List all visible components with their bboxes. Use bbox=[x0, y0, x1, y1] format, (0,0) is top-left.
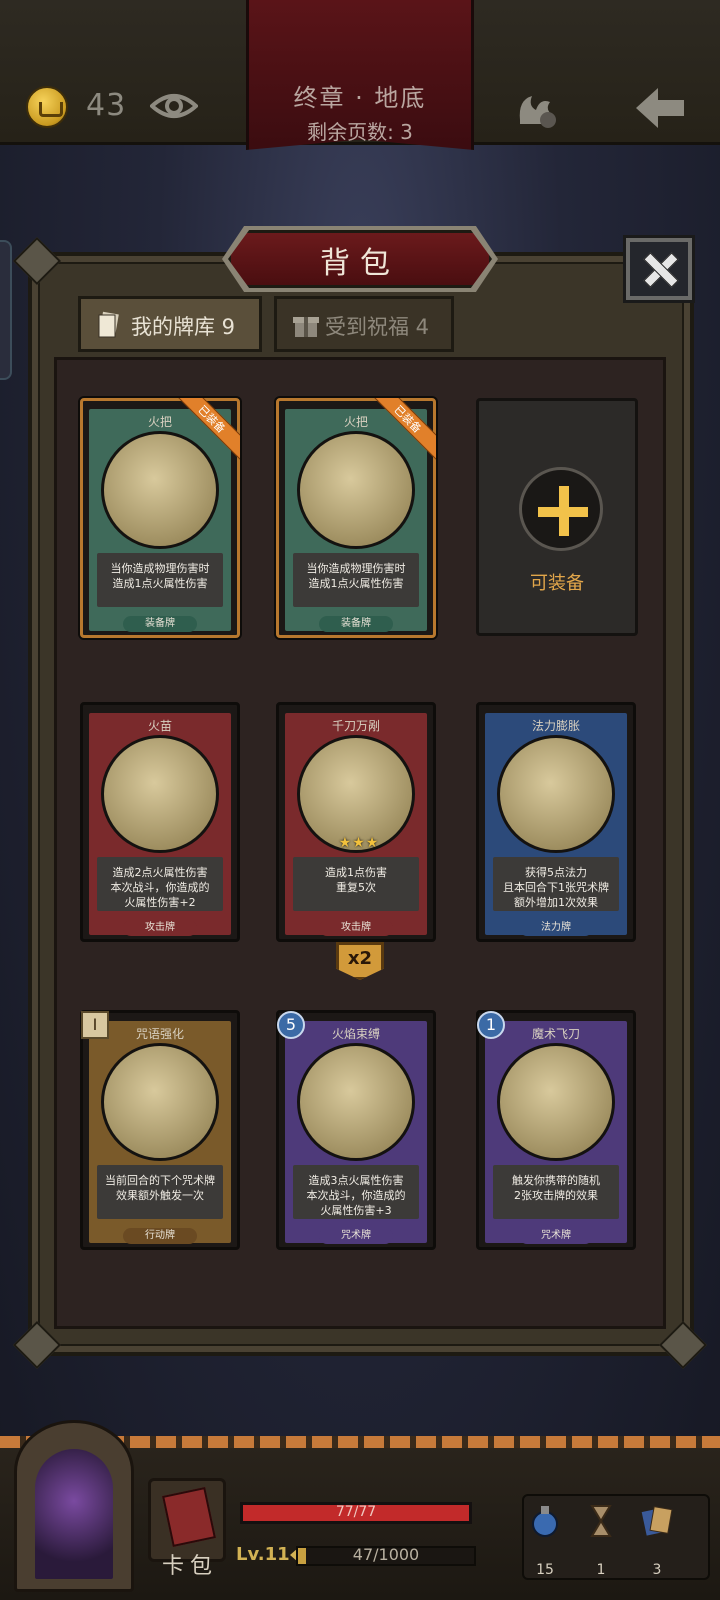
card-art bbox=[497, 1043, 615, 1161]
plus-icon bbox=[519, 467, 603, 551]
tab-label: 我的牌库 9 bbox=[131, 315, 236, 339]
card-description: 造成1点伤害 重复5次 bbox=[325, 866, 387, 894]
tab-blessings[interactable]: 受到祝福 4 bbox=[274, 296, 454, 352]
card-description: 当你造成物理伤害时 造成1点火属性伤害 bbox=[306, 562, 406, 590]
card[interactable]: 火把 当你造成物理伤害时 造成1点火属性伤害 装备牌 已装备 bbox=[80, 398, 240, 638]
card-name: 千刀万剐 bbox=[331, 719, 380, 733]
resource-value: 1 bbox=[596, 1562, 606, 1578]
equipped-tag: 已装备 bbox=[178, 398, 240, 460]
close-button[interactable] bbox=[626, 238, 692, 300]
card-type: 法力牌 bbox=[519, 920, 593, 936]
card[interactable]: 火把 当你造成物理伤害时 造成1点火属性伤害 装备牌 已装备 bbox=[276, 398, 436, 638]
game-screen: 43 终章 · 地底 剩余页数: 3 背包 我的牌库 9 受到祝福 4 火把 当… bbox=[0, 0, 720, 1600]
cards-icon bbox=[98, 311, 119, 338]
side-tab[interactable] bbox=[0, 240, 12, 380]
card-type: 攻击牌 bbox=[319, 920, 393, 936]
card-name: 火苗 bbox=[147, 719, 172, 733]
equip-slot-empty[interactable]: 可装备 bbox=[476, 398, 638, 636]
card-description: 造成2点火属性伤害 本次战斗，你造成的 火属性伤害+2 bbox=[110, 866, 210, 909]
card-art bbox=[297, 1043, 415, 1161]
card[interactable]: 法力膨胀获得5点法力 且本回合下1张咒术牌 额外增加1次效果法力牌 bbox=[476, 702, 636, 942]
level-text: Lv.11 bbox=[236, 1544, 290, 1565]
equipped-tag-label: 已装备 bbox=[374, 398, 436, 460]
portrait-image bbox=[35, 1449, 113, 1579]
card-type: 咒术牌 bbox=[319, 1228, 393, 1244]
card-name: 法力膨胀 bbox=[531, 719, 580, 733]
card-description: 当前回合的下个咒术牌 效果额外触发一次 bbox=[105, 1174, 215, 1202]
equipped-tag-label: 已装备 bbox=[178, 398, 240, 460]
cost-badge: 5 bbox=[277, 1011, 305, 1039]
resource-value: 3 bbox=[652, 1562, 662, 1578]
card-type: 攻击牌 bbox=[123, 920, 197, 936]
tab-my-deck[interactable]: 我的牌库 9 bbox=[78, 296, 262, 352]
card[interactable]: 火苗造成2点火属性伤害 本次战斗，你造成的 火属性伤害+2 攻击牌 bbox=[80, 702, 240, 942]
tab-label: 受到祝福 4 bbox=[325, 315, 430, 339]
pages-left: 剩余页数: 3 bbox=[307, 120, 413, 144]
xp-text: 47/1000 bbox=[352, 1545, 420, 1564]
card[interactable]: 火焰束缚 造成3点火属性伤害 本次战斗，你造成的 火属性伤害+3 咒术牌 5 bbox=[276, 1010, 436, 1250]
card-type: 装备牌 bbox=[123, 616, 197, 632]
card-description: 触发你携带的随机 2张攻击牌的效果 bbox=[512, 1174, 600, 1202]
eye-icon[interactable] bbox=[150, 86, 198, 126]
hourglass-icon[interactable] bbox=[584, 1504, 618, 1538]
ghost-icon[interactable] bbox=[514, 86, 562, 130]
card-type: 装备牌 bbox=[319, 616, 393, 632]
cost-badge: 1 bbox=[477, 1011, 505, 1039]
card-type: 咒术牌 bbox=[519, 1228, 593, 1244]
character-portrait[interactable] bbox=[14, 1420, 134, 1592]
equip-slot-label: 可装备 bbox=[530, 573, 584, 594]
deck-label: 卡包 bbox=[161, 1554, 218, 1579]
gift-icon bbox=[293, 317, 319, 337]
card-art bbox=[101, 735, 219, 853]
gold-count: 43 bbox=[86, 88, 127, 123]
cost-badge: I bbox=[81, 1011, 109, 1039]
stack-count: x2 bbox=[347, 948, 373, 969]
card-art bbox=[101, 1043, 219, 1161]
deck-book-icon bbox=[162, 1486, 216, 1548]
resource-value: 15 bbox=[536, 1562, 554, 1578]
card-type: 行动牌 bbox=[123, 1228, 197, 1244]
panel-title: 背包 bbox=[320, 246, 400, 281]
card-stars: ★★★ bbox=[338, 835, 380, 851]
card[interactable]: 咒语强化 当前回合的下个咒术牌 效果额外触发一次 行动牌 I bbox=[80, 1010, 240, 1250]
hp-text: 77/77 bbox=[335, 1504, 377, 1520]
potion-icon[interactable] bbox=[528, 1504, 562, 1538]
chapter-title: 终章 · 地底 bbox=[293, 84, 427, 112]
equipped-tag: 已装备 bbox=[374, 398, 436, 460]
gold-coin-icon bbox=[26, 86, 68, 128]
back-arrow-icon[interactable] bbox=[632, 84, 688, 132]
card-description: 造成3点火属性伤害 本次战斗，你造成的 火属性伤害+3 bbox=[306, 1174, 406, 1217]
card[interactable]: 魔术飞刀 触发你携带的随机 2张攻击牌的效果 咒术牌 1 bbox=[476, 1010, 636, 1250]
card-description: 获得5点法力 且本回合下1张咒术牌 额外增加1次效果 bbox=[503, 866, 609, 909]
card[interactable]: 千刀万剐 ★★★ 造成1点伤害 重复5次攻击牌 bbox=[276, 702, 436, 942]
cards-icon[interactable] bbox=[640, 1504, 674, 1538]
card-description: 当你造成物理伤害时 造成1点火属性伤害 bbox=[110, 562, 210, 590]
card-art bbox=[497, 735, 615, 853]
